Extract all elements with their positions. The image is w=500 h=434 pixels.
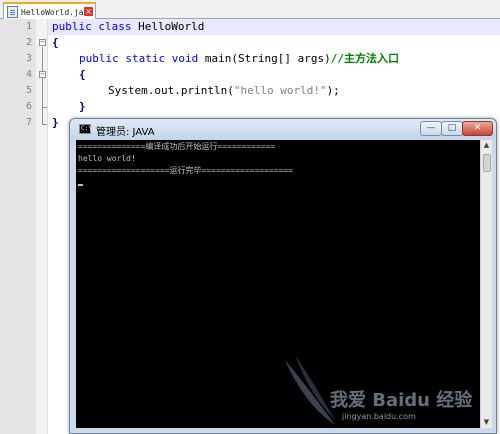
tab-helloworld[interactable]: HelloWorld.java × bbox=[3, 2, 96, 20]
line-number: 6 bbox=[25, 101, 32, 112]
code-comment: //主方法入口 bbox=[330, 52, 399, 65]
line-number: 1 bbox=[25, 21, 32, 32]
brace: { bbox=[52, 36, 59, 49]
keyword: void bbox=[171, 52, 199, 65]
tab-close-icon[interactable]: × bbox=[84, 7, 93, 16]
line-number: 7 bbox=[25, 117, 32, 128]
method-signature: main(String[] args) bbox=[204, 52, 331, 65]
code-line-2: { bbox=[52, 35, 59, 51]
close-button[interactable]: ✕ bbox=[462, 121, 493, 136]
output-line: ==============编译成功后开始运行============ bbox=[78, 142, 276, 151]
code-line-4: { bbox=[79, 67, 86, 83]
fold-toggle-icon[interactable]: − bbox=[39, 71, 46, 78]
brace: { bbox=[79, 68, 86, 81]
console-titlebar[interactable]: C:\ 管理员: JAVA — □ ✕ bbox=[70, 119, 496, 140]
fold-end-mark bbox=[42, 107, 47, 108]
brace: } bbox=[52, 116, 59, 129]
keyword: static bbox=[125, 52, 166, 65]
output-line: ===================运行完毕=================… bbox=[78, 166, 294, 175]
keyword: public bbox=[52, 20, 92, 33]
output-line: hello world! bbox=[78, 154, 136, 163]
line-number: 4 bbox=[25, 69, 32, 80]
keyword: class bbox=[98, 20, 132, 33]
code-line-5: System.out.println("hello world!"); bbox=[108, 83, 340, 99]
text-cursor bbox=[78, 184, 83, 186]
fold-toggle-icon[interactable]: − bbox=[39, 39, 46, 46]
watermark-url: jingyan.baidu.com bbox=[342, 412, 416, 421]
keyword: public bbox=[79, 52, 119, 65]
cmd-icon: C:\ bbox=[79, 124, 92, 134]
scroll-thumb[interactable] bbox=[483, 154, 491, 172]
tab-bar: HelloWorld.java × bbox=[0, 0, 500, 20]
brace: } bbox=[79, 100, 86, 113]
method-call: System.out.println( bbox=[108, 84, 234, 97]
code-line-3: public static void main(String[] args)//… bbox=[79, 51, 399, 67]
fold-line bbox=[42, 47, 43, 125]
line-number: 5 bbox=[25, 85, 32, 96]
code-line-7: } bbox=[52, 115, 59, 131]
code-line-6: } bbox=[79, 99, 86, 115]
watermark-text: 我爱 Baidu 经验 bbox=[330, 390, 473, 411]
string-literal: "hello world!" bbox=[233, 84, 327, 97]
maximize-button[interactable]: □ bbox=[441, 121, 463, 136]
fold-end-mark bbox=[42, 124, 47, 125]
tab-label: HelloWorld.java bbox=[21, 7, 94, 17]
line-number: 3 bbox=[25, 53, 32, 64]
file-icon bbox=[7, 6, 18, 18]
class-name: HelloWorld bbox=[138, 20, 205, 33]
minimize-button[interactable]: — bbox=[420, 121, 442, 136]
statement-end: ); bbox=[326, 84, 340, 97]
line-number: 2 bbox=[25, 37, 32, 48]
scroll-up-icon[interactable]: ▲ bbox=[481, 140, 492, 151]
code-line-1: public class HelloWorld bbox=[52, 19, 204, 35]
watermark: 我爱 Baidu 经验 jingyan.baidu.com bbox=[280, 350, 490, 434]
console-title: 管理员: JAVA bbox=[96, 127, 155, 138]
